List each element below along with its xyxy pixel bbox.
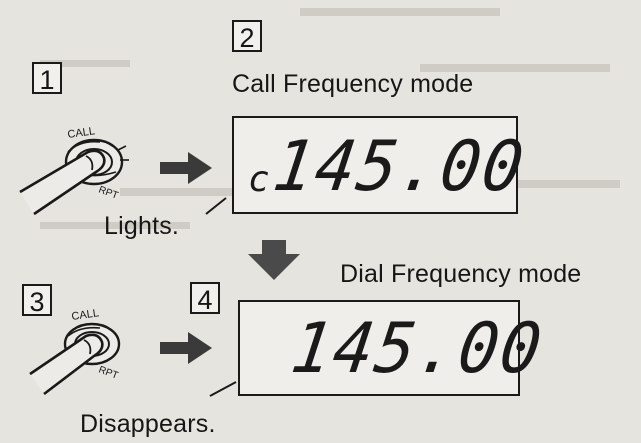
call-text-step3: CALL (71, 307, 100, 323)
rpt-text-step1: RPT (97, 184, 120, 201)
right-arrow-icon-step3 (160, 332, 212, 364)
diagram-graphics: CALL RPT CALL RPT (19, 125, 300, 397)
down-arrow-icon (248, 240, 300, 280)
pointer-line-lights (205, 197, 227, 215)
right-arrow-icon-step1 (160, 152, 212, 184)
rpt-text-step3: RPT (97, 364, 120, 381)
pointer-line-disappears (209, 381, 237, 397)
call-text-step1: CALL (67, 125, 96, 141)
